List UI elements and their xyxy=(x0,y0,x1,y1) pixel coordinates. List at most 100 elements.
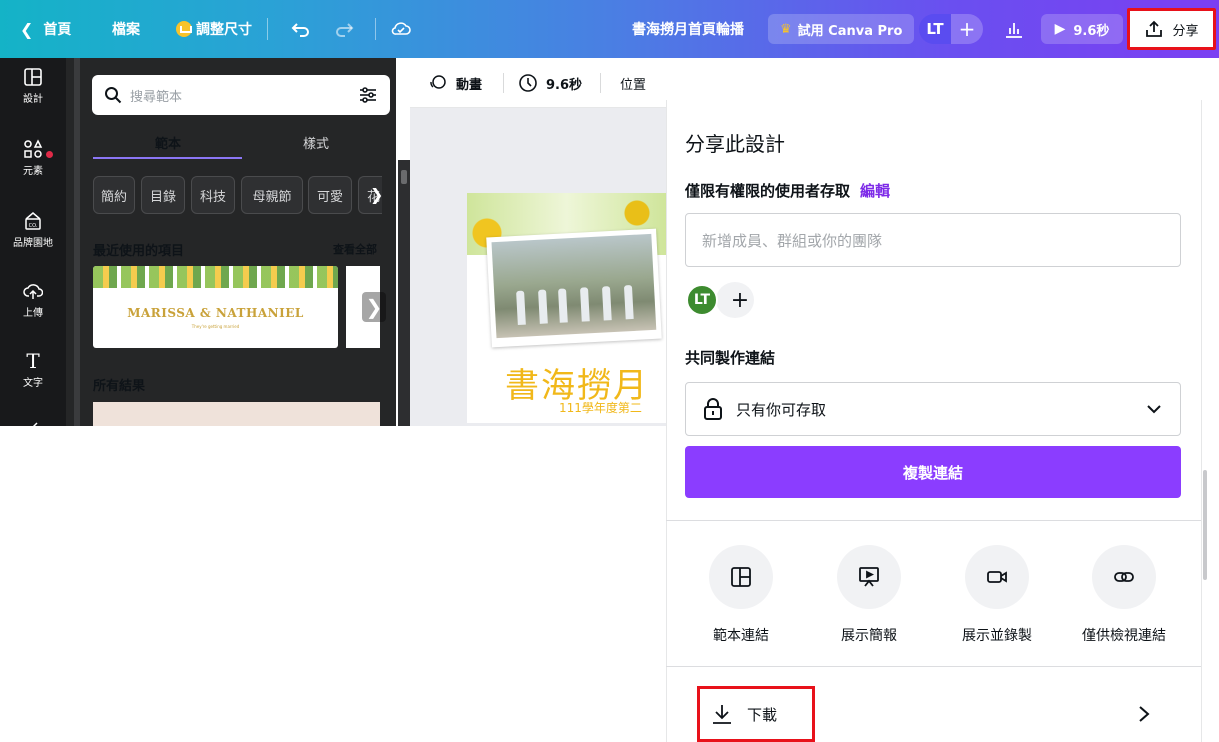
rail-item-text[interactable]: T 文字 xyxy=(0,349,66,389)
tab-templates[interactable]: 範本 xyxy=(155,133,181,152)
home-button[interactable]: ❮ 首頁 xyxy=(20,0,71,58)
add-member-button[interactable]: + xyxy=(716,282,754,318)
rail-item-label: 設計 xyxy=(23,94,43,105)
filter-chip[interactable]: 科技 xyxy=(191,176,235,214)
bar-chart-icon xyxy=(1006,23,1022,38)
rail-item-elements[interactable]: 元素 xyxy=(0,138,66,177)
duration-button[interactable]: 9.6秒 xyxy=(518,58,582,108)
redo-icon xyxy=(336,23,354,37)
present-icon xyxy=(837,545,901,609)
rail-item-draw[interactable] xyxy=(0,414,66,438)
result-thumbnail[interactable] xyxy=(93,402,380,426)
option-label: 展示簡報 xyxy=(841,628,897,644)
save-status-button[interactable] xyxy=(390,0,412,58)
template-icon xyxy=(709,545,773,609)
lock-icon xyxy=(702,398,724,420)
photo-content xyxy=(491,233,657,339)
access-row: 僅限有權限的使用者存取 編輯 xyxy=(685,180,890,201)
thumbnail-title: MARISSA & NATHANIEL xyxy=(127,306,304,320)
chevron-left-icon: ❮ xyxy=(20,19,34,39)
chip-label: 簡約 xyxy=(100,189,127,205)
filter-chip[interactable]: 可愛 xyxy=(308,176,352,214)
present-button[interactable]: ▶ 9.6秒 xyxy=(1041,14,1123,44)
position-label: 位置 xyxy=(620,77,647,93)
rail-item-label: 上傳 xyxy=(23,308,43,319)
crown-icon: ♛ xyxy=(780,21,792,37)
download-button[interactable]: 下載 xyxy=(697,686,815,742)
filter-icon[interactable] xyxy=(358,86,378,104)
share-panel-scrollbar[interactable] xyxy=(1203,470,1207,580)
scrollbar-thumb[interactable] xyxy=(401,170,407,184)
chevron-right-icon[interactable]: ❯ xyxy=(362,292,386,322)
animate-button[interactable]: 動畫 xyxy=(428,58,482,108)
resize-button[interactable]: 調整尺寸 xyxy=(176,0,252,58)
photo-figure xyxy=(601,286,612,321)
rail-item-label: 文字 xyxy=(23,378,43,389)
rail-item-label: 元素 xyxy=(23,166,43,177)
link-icon xyxy=(1092,545,1156,609)
share-label: 分享 xyxy=(1172,23,1199,39)
see-all-link[interactable]: 查看全部 xyxy=(333,241,377,257)
toolbar-divider xyxy=(600,73,601,93)
copy-link-label: 複製連結 xyxy=(902,463,963,482)
filter-chip[interactable]: 目錄 xyxy=(141,176,185,214)
file-menu-button[interactable]: 檔案 xyxy=(112,0,140,58)
tab-styles[interactable]: 樣式 xyxy=(303,133,329,152)
link-access-select[interactable]: 只有你可存取 xyxy=(685,382,1181,436)
present-record-option[interactable]: 展示並錄製 xyxy=(937,545,1057,645)
invite-members-input[interactable]: 新增成員、群組或你的團隊 xyxy=(685,213,1181,267)
chevron-down-icon xyxy=(1147,405,1161,414)
design-page[interactable]: 書海撈月 111學年度第二 xyxy=(467,193,666,423)
chips-scroll-right-icon[interactable]: ❯ xyxy=(370,185,383,204)
photo-figure xyxy=(538,289,548,324)
photo-figure xyxy=(558,288,568,323)
template-link-option[interactable]: 範本連結 xyxy=(681,545,801,645)
thumbnail-subtitle: They're getting married xyxy=(191,324,240,329)
view-only-link-option[interactable]: 僅供檢視連結 xyxy=(1064,545,1184,645)
rail-item-brand[interactable]: CO. 品牌園地 xyxy=(0,210,66,249)
design-title[interactable]: 書海撈月首頁輪播 xyxy=(632,0,744,58)
clock-icon xyxy=(519,74,537,92)
share-button[interactable]: 分享 xyxy=(1127,8,1216,50)
avatar[interactable]: LT xyxy=(919,14,951,44)
toolbar-divider xyxy=(375,18,376,40)
layout-icon xyxy=(22,66,44,88)
edit-access-link[interactable]: 編輯 xyxy=(860,182,890,200)
option-label: 展示並錄製 xyxy=(962,628,1032,644)
rail-item-design[interactable]: 設計 xyxy=(0,66,66,105)
cloud-check-icon xyxy=(391,22,411,35)
record-icon xyxy=(965,545,1029,609)
try-pro-button[interactable]: ♛ 試用 Canva Pro xyxy=(768,14,915,44)
photo-figure xyxy=(516,290,526,325)
filter-chip[interactable]: 母親節 xyxy=(241,176,303,214)
cloud-upload-icon xyxy=(22,280,44,302)
toolbar-divider xyxy=(503,73,504,93)
chip-label: 科技 xyxy=(199,189,226,205)
left-rail: 設計 元素 CO. 品牌園地 上傳 T 文字 xyxy=(0,58,66,431)
rail-item-uploads[interactable]: 上傳 xyxy=(0,280,66,319)
photo-figure xyxy=(623,284,634,320)
member-avatar[interactable]: LT xyxy=(686,284,718,316)
brand-kit-icon: CO. xyxy=(22,210,44,232)
design-subtitle-text[interactable]: 111學年度第二 xyxy=(559,399,642,416)
present-option[interactable]: 展示簡報 xyxy=(809,545,929,645)
undo-button[interactable] xyxy=(290,0,312,58)
notification-dot xyxy=(46,151,53,158)
position-button[interactable]: 位置 xyxy=(620,58,646,108)
template-search-input[interactable]: 搜尋範本 xyxy=(92,75,390,115)
tab-label: 樣式 xyxy=(303,137,330,152)
recent-template-thumbnail[interactable]: MARISSA & NATHANIEL They're getting marr… xyxy=(93,266,338,348)
group-photo[interactable] xyxy=(486,228,662,348)
filter-chip[interactable]: 簡約 xyxy=(93,176,135,214)
divider xyxy=(666,520,1201,521)
redo-button[interactable] xyxy=(333,0,355,58)
chevron-right-icon[interactable] xyxy=(1134,703,1154,725)
copy-link-button[interactable]: 複製連結 xyxy=(685,446,1181,498)
tab-underline xyxy=(93,157,242,159)
insights-button[interactable] xyxy=(1004,0,1024,58)
panel-scrollbar[interactable] xyxy=(398,160,410,426)
photo-figure xyxy=(579,287,590,322)
pen-icon xyxy=(22,414,44,436)
link-access-value: 只有你可存取 xyxy=(736,400,827,419)
add-collaborator-button[interactable]: + xyxy=(951,14,983,44)
